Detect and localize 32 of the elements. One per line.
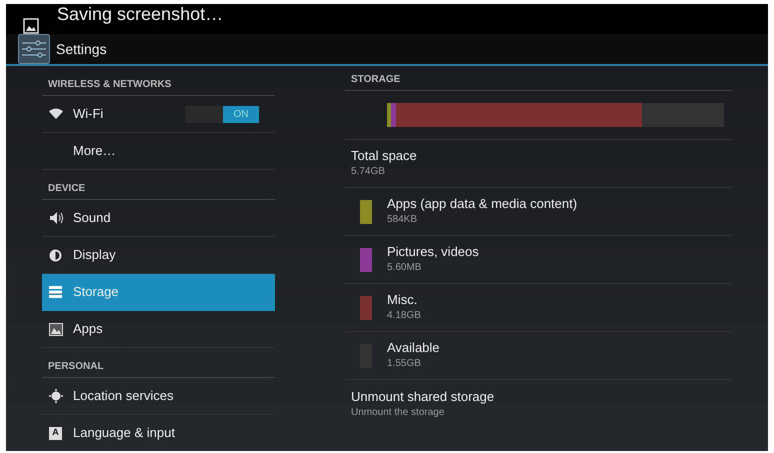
item-title: Pictures, videos — [387, 244, 479, 260]
section-header: DEVICE — [48, 182, 86, 196]
item-title: Available — [387, 340, 440, 356]
item-title: Apps (app data & media content) — [387, 196, 578, 212]
settings-item[interactable]: Sound — [42, 200, 275, 237]
settings-item[interactable]: Location services — [42, 378, 275, 415]
item-value: 584KB — [387, 213, 418, 227]
item-value: 4.18GB — [387, 309, 421, 323]
item-title: Misc. — [387, 292, 418, 308]
section-header: WIRELESS & NETWORKS — [48, 78, 172, 92]
settings-item[interactable]: A Language & input — [42, 415, 275, 451]
section-header: PERSONAL — [48, 360, 104, 374]
item-value: 5.60MB — [387, 261, 422, 275]
brightness-icon — [49, 248, 62, 262]
image-icon — [49, 322, 63, 336]
settings-app-icon — [18, 34, 50, 64]
keyboard-key-icon: A — [49, 426, 62, 440]
unmount-item[interactable]: Unmount shared storage Unmount the storage — [345, 380, 732, 428]
item-value: 1.55GB — [387, 357, 422, 371]
storage-icon — [49, 286, 62, 298]
wifi-icon — [49, 108, 63, 120]
speaker-icon — [49, 212, 63, 224]
section-header: STORAGE — [345, 66, 732, 91]
item-value: 5.74GB — [351, 165, 386, 179]
location-icon — [49, 389, 63, 403]
item-title: Total space — [351, 148, 417, 164]
settings-item[interactable]: Apps — [42, 311, 275, 348]
app-title: Settings — [56, 40, 107, 59]
notification-text: Saving screenshot… — [57, 4, 224, 26]
picture-icon — [23, 18, 39, 34]
settings-item[interactable]: More… — [42, 133, 275, 170]
settings-item[interactable]: Wi-Fi ON — [42, 96, 275, 133]
